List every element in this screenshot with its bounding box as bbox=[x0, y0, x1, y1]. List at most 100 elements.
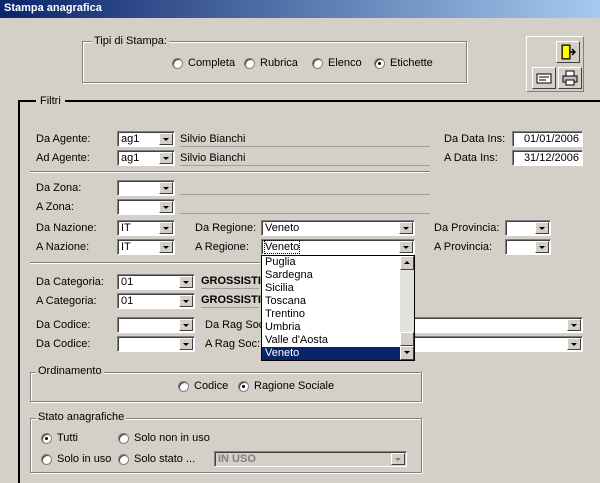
radio-completa[interactable]: Completa bbox=[172, 57, 235, 69]
a-nazione-combo[interactable]: IT bbox=[117, 239, 175, 255]
dropdown-item-toscana[interactable]: Toscana bbox=[262, 295, 414, 308]
a-provincia-combo[interactable] bbox=[505, 239, 551, 255]
dropdown-scrollbar[interactable] bbox=[400, 256, 414, 360]
a-data-ins-field[interactable]: 31/12/2006 bbox=[512, 150, 583, 166]
da-categoria-label: Da Categoria: bbox=[36, 276, 104, 288]
da-zona-name bbox=[180, 181, 430, 195]
chevron-down-icon bbox=[567, 319, 581, 331]
da-categoria-name: GROSSISTI bbox=[201, 275, 261, 289]
dropdown-item-trentino[interactable]: Trentino bbox=[262, 308, 414, 321]
tipi-stampa-legend: Tipi di Stampa: bbox=[92, 35, 169, 47]
radio-dot bbox=[374, 57, 385, 69]
da-provincia-label: Da Provincia: bbox=[434, 222, 500, 234]
a-categoria-combo[interactable]: 01 bbox=[117, 293, 195, 309]
da-data-ins-field[interactable]: 01/01/2006 bbox=[512, 131, 583, 147]
stato-combo: IN USO bbox=[214, 451, 407, 467]
chevron-down-icon bbox=[179, 276, 193, 288]
da-agente-name: Silvio Bianchi bbox=[180, 133, 430, 147]
dropdown-item-sicilia[interactable]: Sicilia bbox=[262, 282, 414, 295]
da-codice-combo-2[interactable] bbox=[117, 336, 195, 352]
radio-solo-in-uso[interactable]: Solo in uso bbox=[41, 453, 111, 465]
a-regione-combo[interactable]: Veneto bbox=[261, 239, 415, 255]
da-codice-combo-1[interactable] bbox=[117, 317, 195, 333]
a-zona-name bbox=[180, 200, 430, 214]
dropdown-item-umbria[interactable]: Umbria bbox=[262, 321, 414, 334]
da-rag-soc-label: Da Rag Soc bbox=[205, 319, 265, 331]
a-regione-label: A Regione: bbox=[195, 241, 249, 253]
da-codice-label-2: Da Codice: bbox=[36, 338, 91, 350]
da-zona-label: Da Zona: bbox=[36, 182, 82, 194]
chevron-down-icon bbox=[159, 133, 173, 145]
print-button[interactable] bbox=[558, 67, 582, 89]
a-zona-label: A Zona: bbox=[36, 201, 74, 213]
ad-agente-name: Silvio Bianchi bbox=[180, 152, 430, 166]
radio-dot bbox=[172, 57, 183, 69]
exit-button[interactable] bbox=[556, 41, 580, 63]
chevron-down-icon bbox=[159, 182, 173, 194]
filtri-tab-label[interactable]: Filtri bbox=[36, 95, 65, 107]
a-data-ins-label: A Data Ins: bbox=[444, 152, 498, 164]
da-nazione-combo[interactable]: IT bbox=[117, 220, 175, 236]
chevron-down-icon bbox=[179, 295, 193, 307]
preview-button[interactable] bbox=[532, 67, 556, 89]
chevron-down-icon bbox=[179, 338, 193, 350]
da-categoria-combo[interactable]: 01 bbox=[117, 274, 195, 290]
chevron-down-icon bbox=[391, 453, 405, 465]
radio-dot bbox=[41, 453, 52, 465]
scroll-up-icon[interactable] bbox=[400, 256, 414, 270]
a-categoria-label: A Categoria: bbox=[36, 295, 97, 307]
chevron-down-icon bbox=[399, 241, 413, 253]
chevron-down-icon bbox=[179, 319, 193, 331]
preview-icon bbox=[536, 73, 552, 84]
da-data-ins-label: Da Data Ins: bbox=[444, 133, 506, 145]
a-categoria-name: GROSSISTI bbox=[201, 294, 261, 308]
radio-rubrica[interactable]: Rubrica bbox=[244, 57, 298, 69]
da-agente-combo[interactable]: ag1 bbox=[117, 131, 175, 147]
chevron-down-icon bbox=[535, 222, 549, 234]
da-nazione-label: Da Nazione: bbox=[36, 222, 97, 234]
divider bbox=[30, 262, 260, 264]
scroll-thumb[interactable] bbox=[400, 332, 414, 346]
chevron-down-icon bbox=[159, 222, 173, 234]
da-regione-combo[interactable]: Veneto bbox=[261, 220, 415, 236]
radio-dot bbox=[238, 380, 249, 392]
da-zona-combo[interactable] bbox=[117, 180, 175, 196]
ordinamento-legend: Ordinamento bbox=[36, 365, 104, 377]
a-zona-combo[interactable] bbox=[117, 199, 175, 215]
stato-anagrafiche-legend: Stato anagrafiche bbox=[36, 411, 127, 423]
chevron-down-icon bbox=[399, 222, 413, 234]
radio-tutti[interactable]: Tutti bbox=[41, 432, 78, 444]
radio-solo-stato[interactable]: Solo stato ... bbox=[118, 453, 195, 465]
radio-dot bbox=[41, 432, 52, 444]
radio-elenco[interactable]: Elenco bbox=[312, 57, 362, 69]
radio-dot bbox=[118, 453, 129, 465]
radio-etichette[interactable]: Etichette bbox=[374, 57, 433, 69]
divider bbox=[30, 171, 430, 173]
radio-dot bbox=[178, 380, 189, 392]
window-title: Stampa anagrafica bbox=[0, 0, 600, 18]
ad-agente-label: Ad Agente: bbox=[36, 152, 90, 164]
scroll-down-icon[interactable] bbox=[400, 346, 414, 360]
dropdown-item-sardegna[interactable]: Sardegna bbox=[262, 269, 414, 282]
dropdown-item-veneto[interactable]: Veneto bbox=[262, 347, 400, 360]
da-agente-label: Da Agente: bbox=[36, 133, 91, 145]
regione-dropdown-list[interactable]: Puglia Sardegna Sicilia Toscana Trentino… bbox=[261, 255, 415, 361]
dropdown-item-puglia[interactable]: Puglia bbox=[262, 256, 414, 269]
chevron-down-icon bbox=[567, 338, 581, 350]
radio-solo-non-in-uso[interactable]: Solo non in uso bbox=[118, 432, 210, 444]
da-codice-label-1: Da Codice: bbox=[36, 319, 91, 331]
chevron-down-icon bbox=[159, 201, 173, 213]
da-provincia-combo[interactable] bbox=[505, 220, 551, 236]
radio-codice[interactable]: Codice bbox=[178, 380, 228, 392]
a-provincia-label: A Provincia: bbox=[434, 241, 493, 253]
dropdown-item-valle-daosta[interactable]: Valle d'Aosta bbox=[262, 334, 414, 347]
door-exit-icon bbox=[561, 44, 576, 60]
radio-dot bbox=[244, 57, 255, 69]
a-nazione-label: A Nazione: bbox=[36, 241, 90, 253]
radio-dot bbox=[118, 432, 129, 444]
ad-agente-combo[interactable]: ag1 bbox=[117, 150, 175, 166]
radio-dot bbox=[312, 57, 323, 69]
radio-ragione-sociale[interactable]: Ragione Sociale bbox=[238, 380, 334, 392]
chevron-down-icon bbox=[535, 241, 549, 253]
printer-icon bbox=[562, 70, 578, 86]
